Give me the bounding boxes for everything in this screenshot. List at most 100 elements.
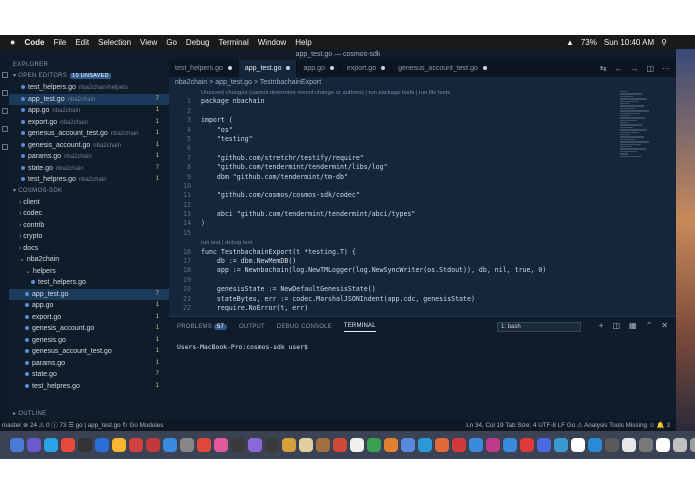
dock-app-icon[interactable] (248, 438, 262, 452)
dock-app-icon[interactable] (214, 438, 228, 452)
tree-item[interactable]: genesis_account.go 1 (9, 323, 169, 335)
unsaved-dot-icon[interactable] (329, 66, 334, 71)
tab-problems[interactable]: PROBLEMS 57 (177, 324, 228, 330)
code-lens[interactable]: Unsaved changes (cannot determine recent… (169, 88, 676, 97)
menu-selection[interactable]: Selection (98, 38, 131, 47)
split-editor-icon[interactable]: ◫ (646, 64, 654, 73)
open-editor-item[interactable]: genesis_account.go nba2chain 1 (9, 140, 169, 152)
dock-app-icon[interactable] (95, 438, 109, 452)
dock-app-icon[interactable] (333, 438, 347, 452)
unsaved-dot-icon[interactable] (482, 66, 487, 71)
extensions-icon[interactable] (2, 144, 8, 150)
wifi-icon[interactable]: ▲ (566, 38, 574, 47)
unsaved-dot-icon[interactable] (227, 66, 232, 71)
dock-app-icon[interactable] (537, 438, 551, 452)
status-left[interactable]: master ⊗ 24 ⚠ 0 ⓘ 73 ☰ go | app_test.go … (2, 420, 163, 431)
split-terminal-icon[interactable]: ◫ (612, 321, 620, 330)
dock-app-icon[interactable] (231, 438, 245, 452)
close-panel-icon[interactable]: ✕ (661, 321, 668, 330)
app-menu[interactable]: Code (24, 38, 44, 47)
tree-item[interactable]: › codec (9, 208, 169, 220)
search-icon[interactable]: ⚲ (661, 38, 667, 47)
apple-menu-icon[interactable]: ● (10, 37, 15, 47)
menu-view[interactable]: View (140, 38, 157, 47)
menu-window[interactable]: Window (258, 38, 286, 47)
open-editor-item[interactable]: app.go nba2chain 1 (9, 105, 169, 117)
tab-output[interactable]: OUTPUT (239, 324, 265, 330)
breadcrumb[interactable]: nba2chain > app_test.go > TestnbachainEx… (169, 77, 676, 88)
dock-app-icon[interactable] (350, 438, 364, 452)
tab-terminal[interactable]: TERMINAL (343, 323, 376, 332)
tree-item[interactable]: ⌄ helpers (9, 266, 169, 278)
menu-help[interactable]: Help (295, 38, 311, 47)
dock-app-icon[interactable] (146, 438, 160, 452)
dock-app-icon[interactable] (282, 438, 296, 452)
unsaved-dot-icon[interactable] (286, 66, 291, 71)
open-editors-heading[interactable]: ▾ OPEN EDITORS 10 UNSAVED (9, 71, 169, 82)
open-editor-item[interactable]: app_test.go nba2chain 7 (9, 93, 169, 105)
open-editor-item[interactable]: test_helpers.go nba2chain/helpers (9, 82, 169, 94)
dock-app-icon[interactable] (316, 438, 330, 452)
tree-item[interactable]: app_test.go 7 (9, 288, 169, 300)
tree-item[interactable]: genesis.go 1 (9, 335, 169, 347)
dock-app-icon[interactable] (469, 438, 483, 452)
unsaved-dot-icon[interactable] (381, 66, 386, 71)
terminal-output[interactable]: Users-MacBook-Pro:cosmos-sdk user$ (169, 337, 676, 351)
terminal-select[interactable]: 1: bash (497, 322, 581, 332)
search-activity-icon[interactable] (2, 90, 8, 96)
tree-item[interactable]: test_helpers.go (9, 277, 169, 289)
tab-test-helpers-go[interactable]: test_helpers.go (169, 60, 239, 77)
menu-debug[interactable]: Debug (186, 38, 210, 47)
dock-app-icon[interactable] (129, 438, 143, 452)
open-editor-item[interactable]: params.go nba2chain 1 (9, 151, 169, 163)
dock-app-icon[interactable] (367, 438, 381, 452)
open-editor-item[interactable]: export.go nba2chain 1 (9, 117, 169, 129)
dock-app-icon[interactable] (299, 438, 313, 452)
dock-app-icon[interactable] (605, 438, 619, 452)
new-terminal-icon[interactable]: + (599, 321, 604, 330)
go-back-icon[interactable]: ← (614, 64, 622, 73)
dock-app-icon[interactable] (197, 438, 211, 452)
tab-app-test-go[interactable]: app_test.go (238, 60, 298, 77)
dock-app-icon[interactable] (163, 438, 177, 452)
minimap[interactable] (620, 90, 658, 157)
menu-edit[interactable]: Edit (75, 38, 89, 47)
tree-item[interactable]: › client (9, 197, 169, 209)
dock-app-icon[interactable] (384, 438, 398, 452)
tree-item[interactable]: params.go 1 (9, 358, 169, 370)
tree-item[interactable]: ⌄ nba2chain (9, 254, 169, 266)
project-heading[interactable]: ▾ COSMOS-SDK (9, 186, 169, 197)
go-forward-icon[interactable]: → (630, 64, 638, 73)
menu-go[interactable]: Go (166, 38, 177, 47)
menu-terminal[interactable]: Terminal (219, 38, 249, 47)
tree-item[interactable]: › contrib (9, 220, 169, 232)
tab-genesus-account-test-go[interactable]: genesus_account_test.go (392, 60, 494, 77)
code-editor[interactable]: Unsaved changes (cannot determine recent… (169, 88, 676, 316)
open-editor-item[interactable]: genesus_account_test.go nba2chain 1 (9, 128, 169, 140)
dock-app-icon[interactable] (44, 438, 58, 452)
dock-app-icon[interactable] (265, 438, 279, 452)
debug-icon[interactable] (2, 126, 8, 132)
dock-app-icon[interactable] (112, 438, 126, 452)
tab-debug-console[interactable]: DEBUG CONSOLE (277, 324, 332, 330)
dock-app-icon[interactable] (690, 438, 695, 452)
dock-app-icon[interactable] (418, 438, 432, 452)
dock-app-icon[interactable] (452, 438, 466, 452)
dock-app-icon[interactable] (520, 438, 534, 452)
dock-app-icon[interactable] (673, 438, 687, 452)
dock-app-icon[interactable] (486, 438, 500, 452)
battery-percent[interactable]: 73% (581, 38, 597, 47)
dock-app-icon[interactable] (61, 438, 75, 452)
tree-item[interactable]: state.go 7 (9, 369, 169, 381)
clock[interactable]: Sun 10:40 AM (604, 38, 654, 47)
code-lens[interactable]: run test | debug test (169, 238, 676, 247)
menu-file[interactable]: File (53, 38, 66, 47)
source-control-icon[interactable] (2, 108, 8, 114)
maximize-panel-icon[interactable]: ⌃ (646, 321, 653, 330)
explorer-icon[interactable] (2, 72, 8, 78)
dock-app-icon[interactable] (571, 438, 585, 452)
outline-heading[interactable]: ▸ OUTLINE (9, 409, 46, 420)
tree-item[interactable]: genesus_account_test.go 1 (9, 346, 169, 358)
dock-app-icon[interactable] (27, 438, 41, 452)
dock-app-icon[interactable] (639, 438, 653, 452)
